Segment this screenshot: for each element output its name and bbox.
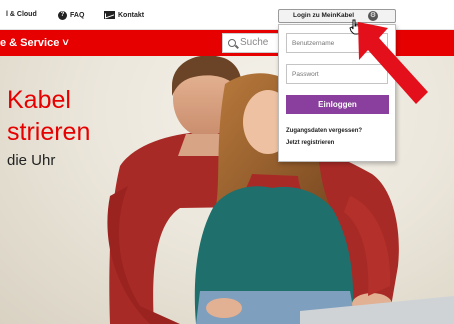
search-placeholder: Suche	[240, 37, 269, 48]
question-icon: ?	[58, 11, 67, 20]
mail-icon	[104, 11, 115, 19]
annotation-arrow-icon	[358, 22, 428, 104]
nav-item-service[interactable]: e & Service ˅	[0, 37, 69, 49]
faq-link[interactable]: ? FAQ	[58, 11, 84, 20]
browser-page: l & Cloud ? FAQ Kontakt Login zu MeinKab…	[0, 0, 454, 324]
hero-headline-1: Kabel	[7, 86, 71, 114]
register-link[interactable]: Jetzt registrieren	[286, 140, 334, 146]
forgot-credentials-link[interactable]: Zugangsdaten vergessen?	[286, 128, 362, 134]
faq-link-label: FAQ	[70, 12, 85, 19]
nav-item-service-label: e & Service ˅	[0, 37, 69, 49]
search-icon	[228, 39, 236, 47]
contact-link[interactable]: Kontakt	[104, 11, 144, 19]
hero-subline: die Uhr	[7, 152, 56, 169]
login-toggle-label: Login zu MeinKabel	[293, 12, 355, 19]
cloud-link[interactable]: l & Cloud	[6, 11, 37, 18]
contact-link-label: Kontakt	[118, 11, 145, 19]
cloud-link-label: l & Cloud	[6, 11, 37, 18]
hero-headline-2: strieren	[7, 118, 91, 146]
